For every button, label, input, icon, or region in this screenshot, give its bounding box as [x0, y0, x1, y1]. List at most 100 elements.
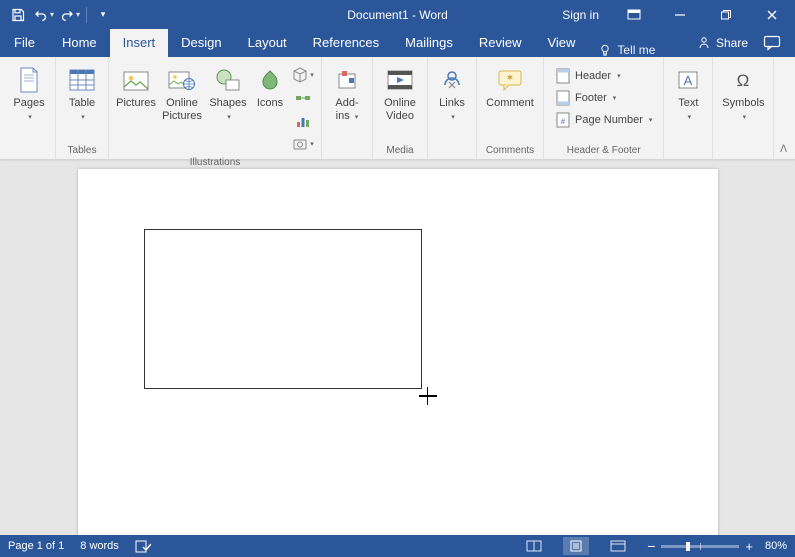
- drawn-rectangle-shape[interactable]: [144, 229, 422, 389]
- status-proofing[interactable]: [135, 539, 151, 553]
- footer-button[interactable]: Footer▾: [551, 87, 656, 108]
- symbols-button[interactable]: Ω Symbols▾: [720, 61, 766, 124]
- app-name: Word: [419, 8, 447, 22]
- tab-design[interactable]: Design: [168, 29, 234, 57]
- collapse-ribbon-button[interactable]: ᐱ: [780, 144, 787, 155]
- zoom-controls: − + 80%: [647, 538, 787, 554]
- view-read-mode[interactable]: [521, 537, 547, 555]
- group-media: Online Video Media: [373, 57, 428, 159]
- status-words[interactable]: 8 words: [80, 540, 119, 552]
- screenshot-button[interactable]: ▾: [292, 133, 314, 155]
- comments-pane-icon[interactable]: [763, 35, 781, 51]
- print-layout-icon: [568, 540, 584, 552]
- link-icon: [441, 70, 463, 90]
- zoom-slider[interactable]: [661, 545, 739, 548]
- illustrations-small-column: ▾ ▾: [292, 61, 314, 155]
- comment-button[interactable]: ✶ Comment: [484, 61, 536, 110]
- tab-review[interactable]: Review: [466, 29, 535, 57]
- tab-layout[interactable]: Layout: [235, 29, 300, 57]
- doc-name: Document1: [347, 8, 408, 22]
- view-web-layout[interactable]: [605, 537, 631, 555]
- pictures-button[interactable]: Pictures: [116, 61, 156, 110]
- screenshot-icon: [292, 136, 308, 152]
- tell-me-search[interactable]: Tell me: [588, 43, 665, 57]
- group-label-tables: Tables: [68, 143, 97, 159]
- document-area[interactable]: [0, 160, 795, 535]
- online-pictures-button[interactable]: Online Pictures: [160, 61, 204, 123]
- save-button[interactable]: [6, 3, 30, 27]
- crosshair-cursor: [419, 387, 437, 405]
- models-3d-button[interactable]: ▾: [292, 64, 314, 86]
- qat-separator: [86, 7, 87, 23]
- addins-button[interactable]: Add- ins ▾: [329, 61, 365, 124]
- status-bar: Page 1 of 1 8 words − + 80%: [0, 535, 795, 557]
- ribbon-display-options-button[interactable]: [611, 0, 657, 29]
- links-button[interactable]: Links▾: [435, 61, 469, 124]
- redo-button[interactable]: ▾: [58, 3, 82, 27]
- ribbon-tabstrip: File Home Insert Design Layout Reference…: [0, 29, 795, 57]
- table-icon: [69, 69, 95, 91]
- group-label-media: Media: [386, 143, 413, 159]
- omega-icon: Ω: [732, 69, 754, 91]
- maximize-button[interactable]: [703, 0, 749, 29]
- tab-home[interactable]: Home: [49, 29, 110, 57]
- redo-icon: [60, 8, 74, 22]
- close-icon: [766, 9, 778, 21]
- undo-button[interactable]: ▾: [32, 3, 56, 27]
- zoom-in-button[interactable]: +: [745, 539, 753, 554]
- window-title: Document1 - Word: [347, 8, 448, 22]
- tab-insert[interactable]: Insert: [110, 29, 169, 57]
- minimize-icon: [674, 9, 686, 21]
- tab-view[interactable]: View: [534, 29, 588, 57]
- share-button[interactable]: Share: [697, 36, 748, 50]
- tab-file[interactable]: File: [0, 29, 49, 57]
- header-button[interactable]: Header▾: [551, 65, 656, 86]
- customize-qat-button[interactable]: ▾: [91, 3, 115, 27]
- chart-button[interactable]: [292, 110, 314, 132]
- group-pages: Pages▾ .: [0, 57, 56, 159]
- lightbulb-icon: [598, 43, 612, 57]
- status-page[interactable]: Page 1 of 1: [8, 540, 64, 552]
- group-label-comments: Comments: [486, 143, 534, 159]
- read-mode-icon: [526, 540, 542, 552]
- video-icon: [387, 70, 413, 90]
- table-button[interactable]: Table▾: [63, 61, 101, 124]
- icons-icon: [259, 69, 281, 91]
- icons-button[interactable]: Icons: [252, 61, 288, 110]
- web-layout-icon: [610, 540, 626, 552]
- sign-in-link[interactable]: Sign in: [550, 0, 611, 29]
- svg-text:Ω: Ω: [737, 71, 750, 90]
- comment-icon: ✶: [497, 69, 523, 91]
- proofing-icon: [135, 539, 151, 553]
- shapes-icon: [215, 68, 241, 92]
- undo-icon: [34, 8, 48, 22]
- tab-mailings[interactable]: Mailings: [392, 29, 466, 57]
- tab-references[interactable]: References: [300, 29, 392, 57]
- ribbon: Pages▾ . Table▾ Tables Pictures Online P…: [0, 57, 795, 160]
- group-symbols: Ω Symbols▾ .: [713, 57, 774, 159]
- quick-access-toolbar: ▾ ▾ ▾: [0, 3, 115, 27]
- title-bar: ▾ ▾ ▾ Document1 - Word Sign in: [0, 0, 795, 29]
- save-icon: [11, 8, 25, 22]
- header-icon: [556, 68, 570, 84]
- zoom-level[interactable]: 80%: [765, 540, 787, 552]
- view-print-layout[interactable]: [563, 537, 589, 555]
- group-tables: Table▾ Tables: [56, 57, 109, 159]
- group-comments: ✶ Comment Comments: [477, 57, 544, 159]
- group-label-hf: Header & Footer: [567, 143, 641, 159]
- online-pictures-icon: [168, 69, 196, 91]
- online-video-button[interactable]: Online Video: [380, 61, 420, 123]
- pages-button[interactable]: Pages▾: [10, 61, 48, 124]
- shapes-button[interactable]: Shapes▾: [208, 61, 248, 124]
- text-button[interactable]: A Text▾: [671, 61, 705, 124]
- page-number-button[interactable]: # Page Number▾: [551, 109, 656, 130]
- zoom-out-button[interactable]: −: [647, 538, 655, 554]
- document-page[interactable]: [78, 169, 718, 535]
- group-text: A Text▾ .: [664, 57, 713, 159]
- minimize-button[interactable]: [657, 0, 703, 29]
- title-right: Sign in: [550, 0, 795, 29]
- smartart-button[interactable]: [292, 87, 314, 109]
- group-addins: Add- ins ▾ .: [322, 57, 373, 159]
- close-button[interactable]: [749, 0, 795, 29]
- share-area: Share: [697, 29, 795, 57]
